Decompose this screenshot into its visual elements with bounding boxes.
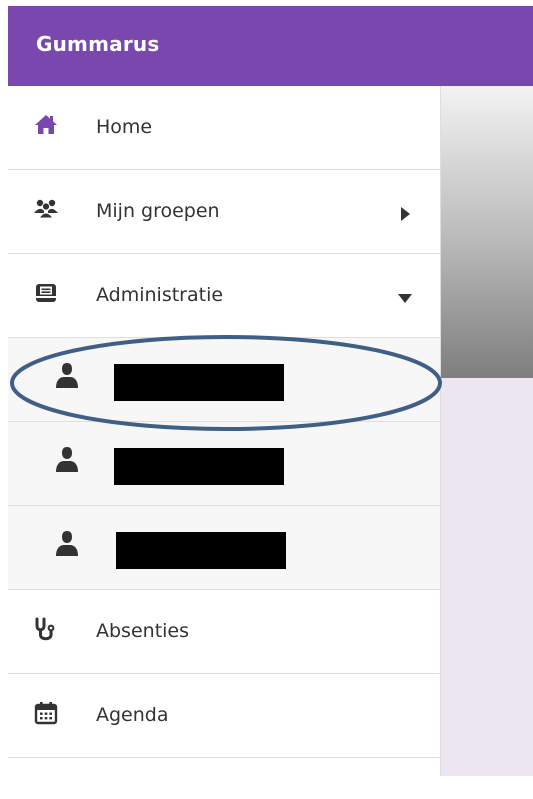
user-icon [54, 445, 80, 473]
inbox-icon [31, 278, 61, 308]
app-title: Gummarus [36, 32, 160, 56]
redacted-name [114, 364, 284, 401]
sidebar-item-mijn-groepen[interactable]: Mijn groepen [8, 170, 440, 254]
redacted-name [116, 532, 286, 569]
sidebar-item-label: Agenda [96, 704, 169, 726]
groups-icon [31, 194, 61, 224]
sidebar-item-label: Absenties [96, 620, 190, 642]
chevron-down-icon[interactable] [398, 290, 412, 304]
stethoscope-icon [31, 614, 61, 644]
app-frame: Gummarus Home Mijn groepen Administratie… [0, 0, 533, 799]
user-icon [54, 529, 80, 557]
chevron-right-icon[interactable] [398, 206, 412, 221]
sidebar-item-absenties[interactable]: Absenties [8, 590, 440, 674]
sidebar-item-label: Administratie [96, 284, 224, 306]
sidebar: Home Mijn groepen Administratie Absentie… [8, 86, 441, 776]
sidebar-item-agenda[interactable]: Agenda [8, 674, 440, 758]
user-icon [54, 361, 80, 389]
calendar-icon [31, 698, 61, 728]
redacted-name [114, 448, 284, 485]
home-icon [31, 110, 61, 140]
top-bar: Gummarus [8, 6, 533, 86]
sidebar-subitem-user-1[interactable] [8, 338, 440, 422]
sidebar-item-label: Home [96, 116, 153, 138]
sidebar-subitem-user-2[interactable] [8, 422, 440, 506]
sidebar-item-home[interactable]: Home [8, 86, 440, 170]
sidebar-item-label: Mijn groepen [96, 200, 220, 222]
content-header-gradient [441, 86, 533, 378]
sidebar-subitem-user-3[interactable] [8, 506, 440, 590]
sidebar-item-administratie[interactable]: Administratie [8, 254, 440, 338]
